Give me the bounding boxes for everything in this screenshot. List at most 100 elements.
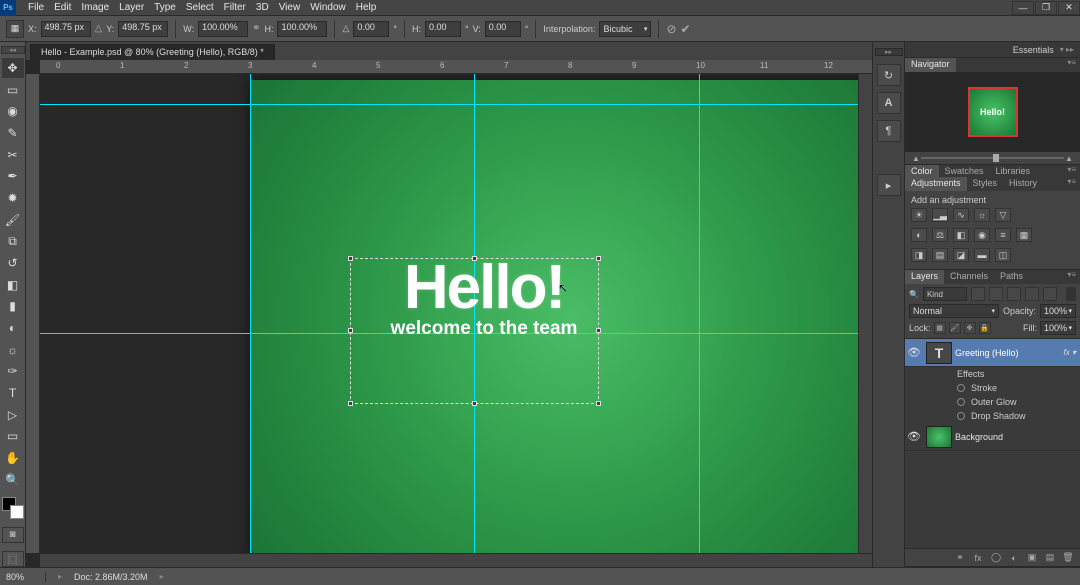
status-menu-icon[interactable]: ▸ bbox=[160, 572, 164, 581]
skewv-input[interactable]: 0.00 bbox=[485, 21, 521, 37]
document-tab[interactable]: Hello - Example.psd @ 80% (Greeting (Hel… bbox=[30, 44, 275, 60]
lock-all-icon[interactable]: 🔒 bbox=[979, 322, 991, 334]
brightness-adjustment-icon[interactable]: ☀ bbox=[911, 208, 927, 222]
effect-toggle[interactable] bbox=[957, 412, 965, 420]
paragraph-icon[interactable]: ¶ bbox=[877, 120, 901, 142]
adjustments-tab[interactable]: Adjustments bbox=[905, 177, 967, 191]
styles-tab[interactable]: Styles bbox=[967, 177, 1004, 191]
adjustment-layer-icon[interactable]: ◐ bbox=[1006, 551, 1022, 565]
menu-select[interactable]: Select bbox=[186, 2, 214, 13]
visibility-toggle-icon[interactable]: 👁 bbox=[905, 346, 923, 359]
dodge-tool[interactable]: ☼ bbox=[2, 340, 24, 360]
threshold-adjustment-icon[interactable]: ◪ bbox=[953, 248, 969, 262]
menu-window[interactable]: Window bbox=[310, 2, 346, 13]
curves-adjustment-icon[interactable]: ∿ bbox=[953, 208, 969, 222]
character-icon[interactable]: A bbox=[877, 92, 901, 114]
vibrance-adjustment-icon[interactable]: ▽ bbox=[995, 208, 1011, 222]
dock-expand-handle[interactable]: ▸▸ bbox=[875, 48, 903, 56]
layer-filter-kind-dropdown[interactable]: Kind bbox=[923, 287, 967, 301]
doc-info[interactable]: Doc: 2.86M/3.20M bbox=[74, 572, 148, 582]
navigator-preview[interactable]: Hello! bbox=[905, 72, 1080, 152]
history-brush-tool[interactable]: ↺ bbox=[2, 253, 24, 273]
new-group-icon[interactable]: ▣ bbox=[1024, 551, 1040, 565]
quick-mask-toggle[interactable]: ◙ bbox=[2, 527, 24, 543]
maximize-button[interactable]: ❐ bbox=[1035, 1, 1057, 15]
menu-image[interactable]: Image bbox=[81, 2, 109, 13]
menu-view[interactable]: View bbox=[279, 2, 301, 13]
panel-menu-icon[interactable]: ▾≡ bbox=[1063, 58, 1080, 72]
history-tab[interactable]: History bbox=[1003, 177, 1043, 191]
minimize-button[interactable]: — bbox=[1012, 1, 1034, 15]
shape-tool[interactable]: ▭ bbox=[2, 426, 24, 446]
menu-edit[interactable]: Edit bbox=[54, 2, 71, 13]
blur-tool[interactable]: ◐ bbox=[2, 318, 24, 338]
layer-mask-icon[interactable]: ◯ bbox=[988, 551, 1004, 565]
menu-3d[interactable]: 3D bbox=[256, 2, 269, 13]
bw-adjustment-icon[interactable]: ◧ bbox=[953, 228, 969, 242]
zoom-in-icon[interactable]: ▲ bbox=[1064, 154, 1074, 163]
menu-filter[interactable]: Filter bbox=[224, 2, 246, 13]
x-input[interactable]: 498.75 px bbox=[41, 21, 91, 37]
filter-toggle[interactable] bbox=[1066, 287, 1076, 301]
commit-transform-icon[interactable]: ✔ bbox=[681, 22, 691, 36]
tools-collapse-handle[interactable]: ◂◂ bbox=[1, 46, 25, 54]
channelmixer-adjustment-icon[interactable]: ≡ bbox=[995, 228, 1011, 242]
history-icon[interactable]: ↻ bbox=[877, 64, 901, 86]
delete-layer-icon[interactable]: 🗑 bbox=[1060, 551, 1076, 565]
zoom-readout[interactable]: 80% bbox=[6, 572, 46, 582]
move-tool[interactable]: ✥ bbox=[2, 58, 24, 78]
horizontal-ruler[interactable]: 0 1 2 3 4 5 6 7 8 9 10 11 12 bbox=[40, 60, 872, 74]
layer-row[interactable]: 👁 Background bbox=[905, 423, 1080, 451]
eraser-tool[interactable]: ◧ bbox=[2, 275, 24, 295]
y-input[interactable]: 498.75 px bbox=[118, 21, 168, 37]
horizontal-scrollbar[interactable] bbox=[40, 553, 872, 567]
interpolation-dropdown[interactable]: Bicubic bbox=[599, 21, 651, 37]
type-tool[interactable]: T bbox=[2, 383, 24, 403]
marquee-tool[interactable]: ▭ bbox=[2, 80, 24, 100]
crop-tool[interactable]: ✂ bbox=[2, 145, 24, 165]
canvas-viewport[interactable]: Hello! welcome to the team ↖ bbox=[40, 74, 858, 553]
panel-menu-icon[interactable]: ▾≡ bbox=[1063, 270, 1080, 284]
hue-adjustment-icon[interactable]: ◐ bbox=[911, 228, 927, 242]
filter-type-icon[interactable] bbox=[1007, 287, 1021, 301]
effect-name[interactable]: Outer Glow bbox=[971, 397, 1017, 407]
selective-adjustment-icon[interactable]: ◫ bbox=[995, 248, 1011, 262]
skewh-input[interactable]: 0.00 bbox=[425, 21, 461, 37]
photofilter-adjustment-icon[interactable]: ◉ bbox=[974, 228, 990, 242]
eyedropper-tool[interactable]: ✒ bbox=[2, 166, 24, 186]
menu-file[interactable]: File bbox=[28, 2, 44, 13]
zoom-out-icon[interactable]: ▲ bbox=[911, 154, 921, 163]
vertical-scrollbar[interactable] bbox=[858, 74, 872, 553]
status-arrow-icon[interactable]: ▸ bbox=[58, 572, 62, 581]
gradientmap-adjustment-icon[interactable]: ▬ bbox=[974, 248, 990, 262]
paths-tab[interactable]: Paths bbox=[994, 270, 1029, 284]
vertical-ruler[interactable] bbox=[26, 74, 40, 553]
menu-help[interactable]: Help bbox=[356, 2, 377, 13]
menu-type[interactable]: Type bbox=[154, 2, 176, 13]
pen-tool[interactable]: ✑ bbox=[2, 361, 24, 381]
filter-adjustment-icon[interactable] bbox=[989, 287, 1003, 301]
posterize-adjustment-icon[interactable]: ▤ bbox=[932, 248, 948, 262]
quick-select-tool[interactable]: ✎ bbox=[2, 123, 24, 143]
blend-mode-dropdown[interactable]: Normal bbox=[909, 304, 999, 318]
zoom-tool[interactable]: 🔍 bbox=[2, 470, 24, 490]
workspace-switcher[interactable]: Essentials ▾ ▸▸ bbox=[905, 42, 1080, 58]
exposure-adjustment-icon[interactable]: ☼ bbox=[974, 208, 990, 222]
link-layers-icon[interactable]: ⚭ bbox=[952, 551, 968, 565]
lasso-tool[interactable]: ◉ bbox=[2, 101, 24, 121]
levels-adjustment-icon[interactable]: ▁▃ bbox=[932, 208, 948, 222]
guide-horizontal[interactable] bbox=[40, 104, 858, 105]
h-input[interactable]: 100.00% bbox=[277, 21, 327, 37]
navigator-zoom-slider[interactable]: ▲ ▲ bbox=[905, 152, 1080, 164]
lock-transparent-icon[interactable]: ▦ bbox=[934, 322, 946, 334]
link-wh-icon[interactable]: ⚭ bbox=[252, 23, 260, 34]
invert-adjustment-icon[interactable]: ◨ bbox=[911, 248, 927, 262]
filter-pixel-icon[interactable] bbox=[971, 287, 985, 301]
lock-pixels-icon[interactable]: 🖌 bbox=[949, 322, 961, 334]
channels-tab[interactable]: Channels bbox=[944, 270, 994, 284]
link-xy-icon[interactable]: △ bbox=[95, 23, 103, 34]
hand-tool[interactable]: ✋ bbox=[2, 448, 24, 468]
stamp-tool[interactable]: ⧉ bbox=[2, 231, 24, 251]
layer-name[interactable]: Background bbox=[955, 432, 1080, 442]
new-layer-icon[interactable]: ▤ bbox=[1042, 551, 1058, 565]
